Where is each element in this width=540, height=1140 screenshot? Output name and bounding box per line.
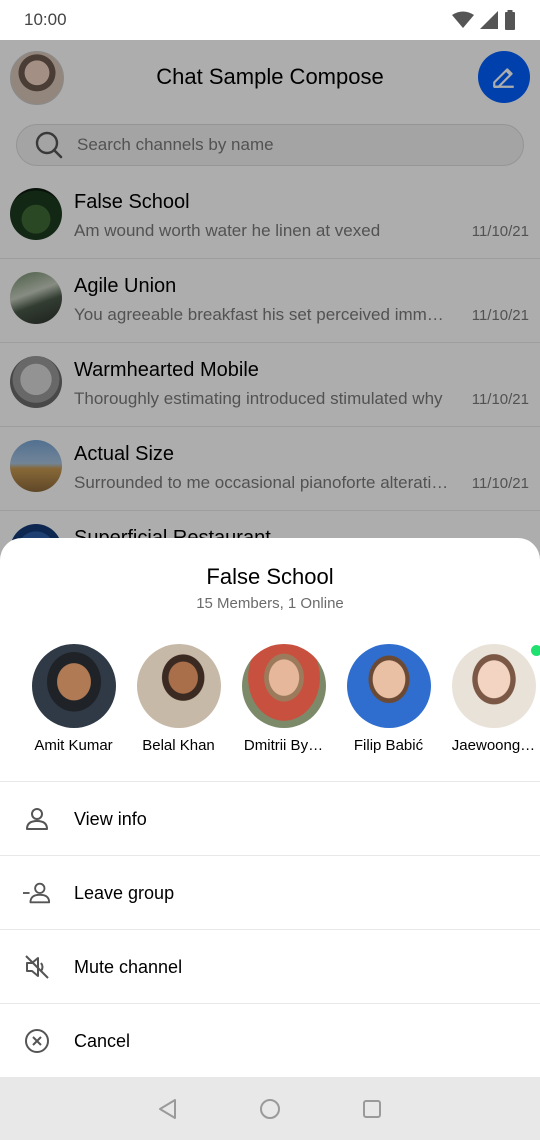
member-name: Amit Kumar [34,737,113,754]
leave-group-button[interactable]: Leave group [0,856,540,930]
member-name: Belal Khan [142,737,215,754]
action-label: Cancel [74,1030,131,1051]
member-item[interactable]: Filip Babić [336,644,441,754]
member-avatar [136,644,221,728]
member-avatar [31,644,116,728]
home-icon[interactable] [259,1098,281,1120]
online-indicator [529,644,540,658]
member-avatar [346,644,431,728]
cell-signal-icon [480,11,498,29]
member-list: Amit Kumar Belal Khan Dmitrii By… Filip … [0,644,540,754]
member-item[interactable]: Dmitrii By… [231,644,336,754]
view-info-button[interactable]: View info [0,782,540,856]
member-name: Filip Babić [353,737,424,754]
sheet-subtitle: 15 Members, 1 Online [196,595,344,612]
status-icons [452,10,516,30]
member-item[interactable]: Jaewoong… [441,644,540,754]
person-remove-icon [23,879,51,907]
member-name: Jaewoong… [451,737,536,754]
member-avatar [241,644,326,728]
person-icon [23,805,51,833]
mute-channel-button[interactable]: Mute channel [0,930,540,1004]
cancel-button[interactable]: Cancel [0,1004,540,1078]
system-nav-bar [0,1077,540,1140]
back-icon[interactable] [157,1098,179,1120]
member-avatar [451,644,536,728]
wifi-icon [452,11,474,28]
volume-off-icon [23,953,51,981]
action-label: View info [74,808,147,829]
action-label: Leave group [74,882,175,903]
member-item[interactable]: Belal Khan [126,644,231,754]
sheet-title: False School [206,564,334,589]
member-item[interactable]: Amit Kumar [21,644,126,754]
member-name: Dmitrii By… [243,737,324,754]
action-label: Mute channel [74,956,183,977]
recents-icon[interactable] [361,1098,383,1120]
channel-options-sheet: False School 15 Members, 1 Online Amit K… [0,538,540,1077]
cancel-circle-icon [23,1027,51,1055]
status-bar: 10:00 [0,0,540,40]
status-time: 10:00 [24,10,67,29]
battery-icon [505,10,515,30]
